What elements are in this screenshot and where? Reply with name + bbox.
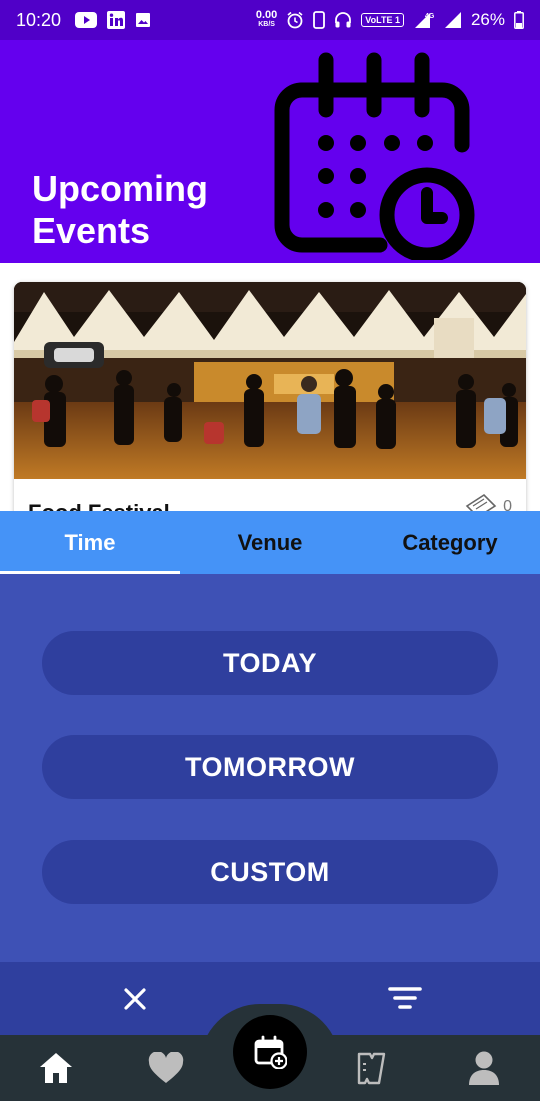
youtube-icon <box>75 12 98 28</box>
today-button[interactable]: TODAY <box>42 631 498 695</box>
app-header: Upcoming Events <box>0 40 540 263</box>
calendar-clock-icon <box>274 52 475 260</box>
nav-favorites[interactable] <box>146 1048 186 1088</box>
add-event-button[interactable] <box>233 1015 307 1089</box>
nav-profile[interactable] <box>464 1048 504 1088</box>
tomorrow-button[interactable]: TOMORROW <box>42 735 498 799</box>
network-speed: 0.00 KB/S <box>255 9 278 29</box>
profile-icon <box>469 1051 499 1085</box>
vibrate-icon <box>313 11 326 29</box>
headphones-icon <box>334 11 352 29</box>
tab-venue[interactable]: Venue <box>180 511 360 574</box>
battery-icon <box>514 11 524 29</box>
signal-icon <box>444 11 462 29</box>
svg-text:4G: 4G <box>425 13 435 20</box>
heart-icon <box>148 1052 184 1083</box>
home-icon <box>40 1053 72 1083</box>
linkedin-icon <box>107 11 126 29</box>
battery-percent: 26% <box>470 10 505 29</box>
tickets-icon <box>357 1052 386 1085</box>
tab-category[interactable]: Category <box>360 511 540 574</box>
gallery-icon <box>135 12 151 28</box>
nav-tickets[interactable] <box>352 1048 392 1088</box>
close-icon[interactable] <box>120 984 150 1014</box>
add-event-icon <box>254 1035 287 1069</box>
filter-tabs: Time Venue Category <box>0 511 540 574</box>
status-bar: 10:20 0.00 KB/S VoLTE 1 4G 26% <box>0 0 540 40</box>
status-time: 10:20 <box>16 9 62 30</box>
event-card[interactable]: Food Festival 0 <box>14 282 526 532</box>
alarm-icon <box>286 11 304 29</box>
filter-lines-icon[interactable] <box>386 984 424 1014</box>
custom-button[interactable]: CUSTOM <box>42 840 498 904</box>
page-title: Upcoming Events <box>32 168 208 251</box>
nav-home[interactable] <box>36 1048 76 1088</box>
volte-badge: VoLTE 1 <box>361 13 404 27</box>
tab-time[interactable]: Time <box>0 511 180 574</box>
filter-sheet: Time Venue Category TODAY TOMORROW CUSTO… <box>0 511 540 963</box>
signal-4g-icon: 4G <box>413 11 435 29</box>
event-image <box>14 282 526 479</box>
